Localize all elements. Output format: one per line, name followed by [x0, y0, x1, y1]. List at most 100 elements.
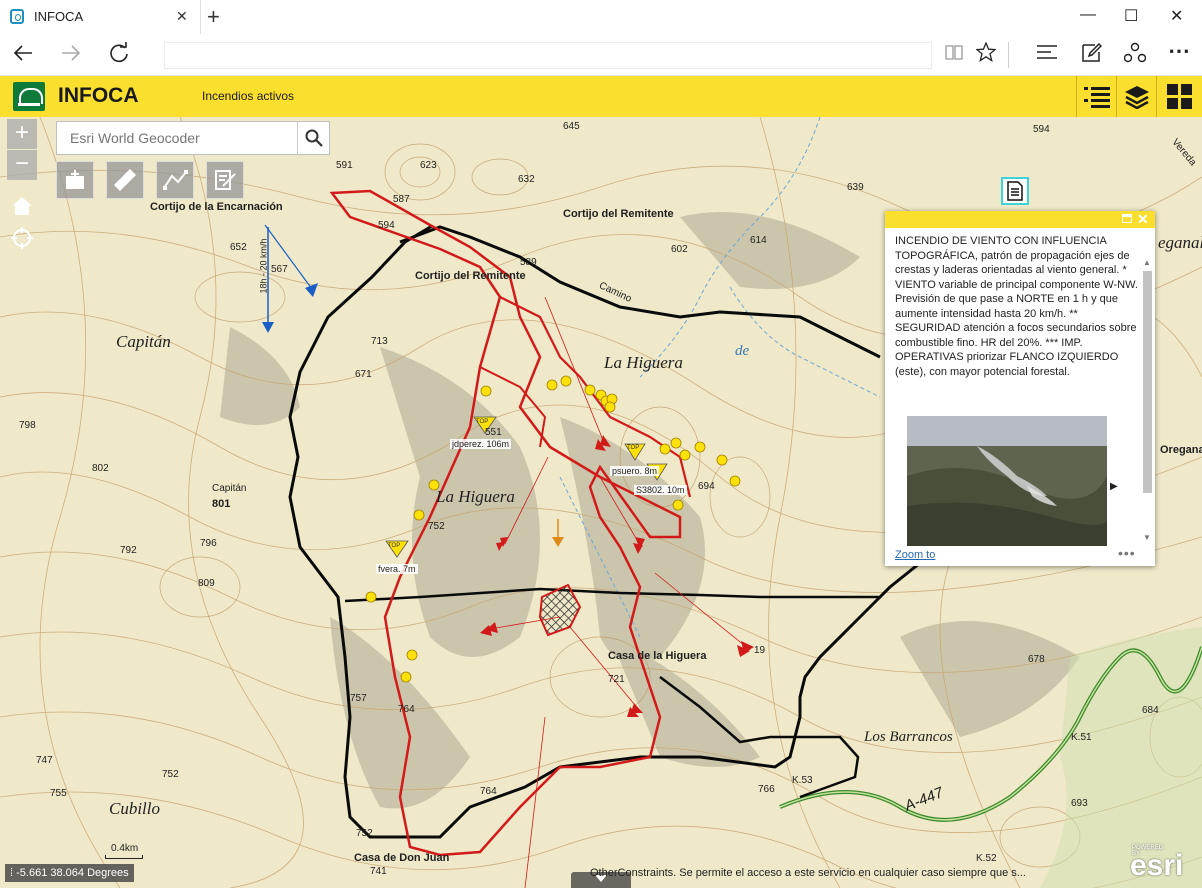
window-minimize-button[interactable]: — — [1080, 6, 1096, 24]
label-la-higuera-2: La Higuera — [436, 487, 515, 506]
ruler-icon — [114, 169, 136, 191]
popup-scrollbar[interactable] — [1143, 271, 1152, 493]
geocoder-input[interactable] — [57, 122, 297, 154]
app-title: INFOCA — [58, 84, 139, 107]
web-note-icon[interactable] — [1080, 42, 1103, 70]
label-cortijo-remitente-1: Cortijo del Remitente — [563, 208, 674, 220]
elevation-label: 802 — [92, 463, 109, 474]
reading-view-icon[interactable] — [944, 42, 964, 68]
draw-tool[interactable] — [156, 161, 194, 199]
browser-navbar: ⋯ — [0, 34, 1202, 76]
label-capitan-801: 801 — [212, 498, 231, 510]
junta-logo-icon — [13, 82, 45, 111]
share-icon[interactable] — [1123, 42, 1147, 70]
label-la-higuera-1: La Higuera — [604, 353, 683, 372]
label-casa-higuera: Casa de la Higuera — [608, 650, 707, 662]
label-fvera: fvera. 7m — [376, 564, 418, 574]
popup-fire-photo — [907, 416, 1107, 546]
elevation-label: 645 — [563, 121, 580, 132]
elevation-label: 671 — [355, 369, 372, 380]
label-cortijo-encarnacion: Cortijo de la Encarnación — [150, 201, 283, 213]
measure-tool[interactable] — [106, 161, 144, 199]
elevation-label: 684 — [1142, 705, 1159, 716]
basemap-gallery-button[interactable] — [1156, 76, 1202, 117]
popup-scroll-down-icon[interactable]: ▼ — [1143, 533, 1151, 542]
zoom-out-button[interactable]: − — [7, 150, 37, 180]
coordinates-value: -5.661 38.064 Degrees — [16, 867, 129, 879]
top-marker-2[interactable]: TOP — [627, 445, 639, 451]
top-marker-1[interactable]: TOP — [476, 419, 488, 425]
refresh-icon[interactable] — [108, 42, 130, 70]
elevation-label: 652 — [230, 242, 247, 253]
elevation-label: 587 — [393, 194, 410, 205]
geocoder-search — [56, 121, 330, 155]
scale-label: 0.4km — [111, 843, 139, 854]
app-header: INFOCA Incendios activos — [0, 76, 1202, 117]
popup-header: ✕ — [885, 211, 1155, 228]
edit-icon — [215, 170, 236, 190]
layers-icon — [1124, 85, 1149, 109]
elevation-label: 19 — [754, 645, 766, 656]
new-tab-button[interactable]: + — [207, 4, 220, 30]
address-bar[interactable] — [164, 42, 932, 69]
elevation-label: 764 — [480, 786, 497, 797]
window-maximize-button[interactable]: ☐ — [1124, 6, 1138, 26]
elevation-label: 602 — [671, 244, 688, 255]
label-cubillo: Cubillo — [109, 799, 161, 818]
label-capitan: Capitán — [116, 332, 171, 351]
browser-tab[interactable]: INFOCA ✕ — [0, 0, 201, 34]
search-icon — [305, 129, 323, 147]
zoom-in-button[interactable]: + — [7, 119, 37, 149]
popup-scroll-up-icon[interactable]: ▲ — [1143, 258, 1151, 267]
map-attribution: OtherConstraints. Se permite el acceso a… — [590, 867, 1026, 879]
popup-description: INCENDIO DE VIENTO CON INFLUENCIA TOPOGR… — [895, 235, 1138, 378]
elevation-label: 594 — [378, 220, 395, 231]
back-icon[interactable] — [12, 42, 34, 70]
elevation-label: 752 — [162, 769, 179, 780]
favorite-star-icon[interactable] — [975, 41, 997, 68]
label-wind-speed: 18h - 20 km/h — [258, 238, 269, 294]
add-data-icon — [66, 170, 84, 189]
popup-close-button[interactable]: ✕ — [1137, 211, 1149, 228]
label-capitan-peak: Capitán — [212, 483, 247, 494]
popup-maximize-button[interactable] — [1122, 214, 1132, 223]
elevation-label: 551 — [485, 427, 502, 438]
window-close-button[interactable]: ✕ — [1170, 6, 1183, 26]
elevation-label: 678 — [1028, 654, 1045, 665]
home-icon — [12, 197, 32, 215]
elevation-label: 752 — [428, 521, 445, 532]
layers-button[interactable] — [1116, 76, 1156, 117]
draw-icon — [163, 170, 188, 190]
forward-icon[interactable] — [60, 42, 82, 70]
add-data-tool[interactable] — [56, 161, 94, 199]
label-los-barrancos: Los Barrancos — [864, 729, 953, 745]
top-marker-3[interactable]: TOP — [388, 543, 400, 549]
elevation-label: 639 — [847, 182, 864, 193]
elevation-label: 694 — [698, 481, 715, 492]
popup-next-media-button[interactable]: ▶ — [1110, 481, 1118, 492]
tab-close-button[interactable]: ✕ — [176, 8, 188, 25]
legend-list-button[interactable] — [1076, 76, 1116, 117]
edit-tool[interactable] — [206, 161, 244, 199]
tab-title: INFOCA — [34, 9, 84, 24]
coordinates-readout[interactable]: ⁞ -5.661 38.064 Degrees — [5, 864, 134, 882]
selected-feature-marker[interactable] — [1001, 177, 1029, 205]
elevation-label: 632 — [518, 174, 535, 185]
locate-button[interactable] — [9, 227, 35, 253]
label-oreganal-2: Oregana — [1160, 444, 1202, 456]
popup-more-actions-button[interactable]: ••• — [1118, 545, 1136, 561]
app-subtitle: Incendios activos — [202, 89, 295, 103]
popup-zoom-to-link[interactable]: Zoom to — [895, 549, 935, 561]
elevation-label: 567 — [271, 264, 288, 275]
map-view[interactable]: Cortijo de la Encarnación Cortijo del Re… — [0, 117, 1202, 888]
list-icon — [1083, 86, 1110, 108]
hub-icon[interactable] — [1036, 42, 1058, 68]
elevation-label: 755 — [50, 788, 67, 799]
label-casa-don-juan: Casa de Don Juan — [354, 852, 450, 864]
elevation-label: 792 — [120, 545, 137, 556]
elevation-label: 713 — [371, 336, 388, 347]
elevation-label: 693 — [1071, 798, 1088, 809]
geocoder-search-button[interactable] — [297, 122, 330, 154]
home-button[interactable] — [9, 195, 35, 221]
more-menu-icon[interactable]: ⋯ — [1168, 38, 1190, 64]
